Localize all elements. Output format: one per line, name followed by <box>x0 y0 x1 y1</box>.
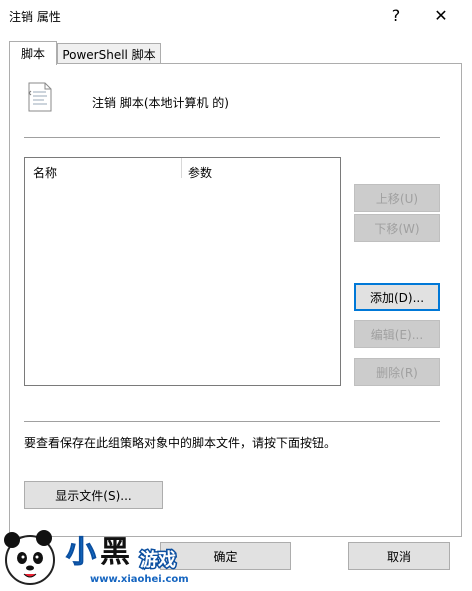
script-file-icon <box>27 82 53 112</box>
help-button[interactable]: ? <box>376 0 416 30</box>
svg-text:黑: 黑 <box>100 535 130 570</box>
edit-button[interactable]: 编辑(E)... <box>354 320 440 348</box>
cancel-button[interactable]: 取消 <box>348 542 450 570</box>
show-files-button[interactable]: 显示文件(S)... <box>24 481 163 509</box>
svg-text:www.xiaohei.com: www.xiaohei.com <box>90 574 189 585</box>
tab-powershell-scripts[interactable]: PowerShell 脚本 <box>57 43 161 65</box>
window-title: 注销 属性 <box>9 10 61 24</box>
header-text: 注销 脚本(本地计算机 的) <box>92 96 229 110</box>
info-text: 要查看保存在此组策略对象中的脚本文件，请按下面按钮。 <box>24 436 337 450</box>
add-button[interactable]: 添加(D)... <box>354 283 440 311</box>
svg-text:小: 小 <box>66 535 96 570</box>
close-button[interactable]: ✕ <box>421 0 461 30</box>
svg-text:游戏: 游戏 <box>140 549 176 571</box>
remove-button[interactable]: 删除(R) <box>354 358 440 386</box>
move-down-button[interactable]: 下移(W) <box>354 214 440 242</box>
column-separator[interactable] <box>181 158 182 178</box>
move-up-button[interactable]: 上移(U) <box>354 184 440 212</box>
tab-scripts[interactable]: 脚本 <box>9 41 57 65</box>
column-header-params[interactable]: 参数 <box>188 164 212 181</box>
watermark-logo: 小 黑 游戏 www.xiaohei.com <box>0 520 200 588</box>
scripts-table[interactable]: 名称 参数 <box>24 157 341 386</box>
header-divider <box>24 137 440 138</box>
info-divider <box>24 421 440 422</box>
column-header-name[interactable]: 名称 <box>33 164 57 181</box>
